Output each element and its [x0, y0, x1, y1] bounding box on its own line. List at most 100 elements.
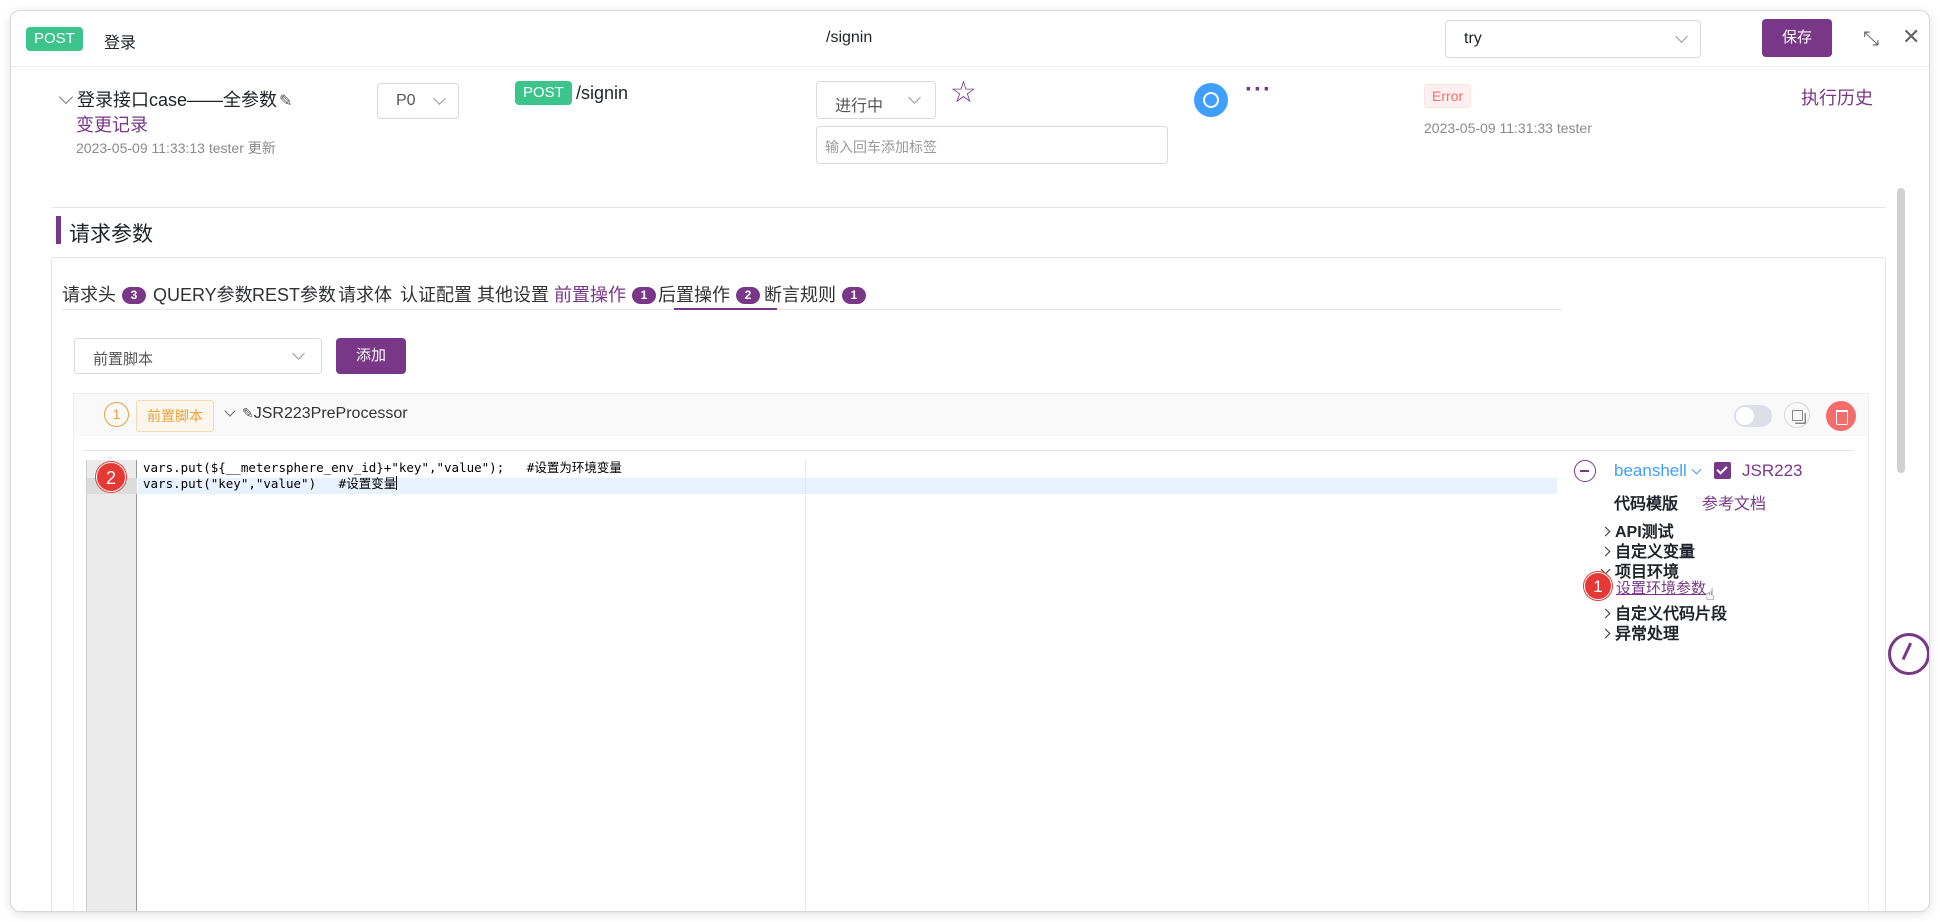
chevron-right-icon [1600, 526, 1611, 537]
environment-select[interactable]: try [1445, 20, 1701, 58]
tab-count-badge: 1 [632, 287, 656, 304]
tree-leaf-set-env-params[interactable]: 设置环境参数 [1616, 577, 1706, 598]
result-meta: 2023-05-09 11:31:33 tester [1424, 120, 1592, 136]
case-title-text: 登录接口case——全参数 [77, 90, 278, 110]
compass-icon[interactable] [1888, 633, 1929, 675]
shrink-icon[interactable]: ⤡ [1863, 29, 1879, 49]
code-template-label: 代码模版 [1614, 496, 1679, 513]
annotation-marker: 2 [96, 462, 126, 492]
star-icon[interactable]: ☆ [950, 78, 977, 108]
delete-icon[interactable] [1826, 401, 1856, 431]
method-badge: POST [26, 27, 83, 51]
save-button[interactable]: 保存 [1762, 19, 1832, 57]
close-icon[interactable]: ✕ [1902, 26, 1920, 48]
script-side-panel: beanshell JSR223 代码模版 参考文档 API测试 自定义变量 项… [1574, 450, 1864, 750]
tab-headers[interactable]: 请求头 3 [62, 281, 146, 307]
chevron-down-icon[interactable] [224, 405, 236, 417]
add-button[interactable]: 添加 [336, 338, 406, 374]
section-title: 请求参数 [69, 223, 153, 246]
run-icon[interactable] [1194, 83, 1228, 117]
tab-pre-ops[interactable]: 前置操作 1 [554, 281, 656, 307]
jsr223-label: JSR223 [1742, 461, 1803, 480]
tab-rest[interactable]: REST参数 [252, 281, 336, 307]
chevron-right-icon [1600, 608, 1611, 619]
chevron-down-icon[interactable] [58, 89, 74, 105]
processor-name-text: JSR223PreProcessor [253, 405, 408, 422]
section-accent-bar [56, 216, 61, 244]
reference-doc-link[interactable]: 参考文档 [1702, 490, 1766, 514]
enable-toggle[interactable] [1734, 405, 1772, 427]
tab-label: 后置操作 [658, 285, 730, 305]
collapse-icon[interactable] [1574, 460, 1596, 482]
hand-pointer-icon: ☝ [1705, 587, 1715, 604]
request-params-panel: 请求头 3 QUERY参数 REST参数 请求体 认证配置 其他设置 前置操作 1 … [51, 257, 1886, 911]
text-cursor [396, 476, 398, 490]
status-select[interactable]: 进行中 [816, 81, 936, 119]
api-case-dialog: POST 登录 /signin try 保存 ⤡ ✕ 登录接口case——全参数… [10, 10, 1930, 912]
tab-post-ops[interactable]: 后置操作 2 [658, 281, 760, 307]
processor-type-tag: 前置脚本 [136, 400, 214, 432]
update-meta: 2023-05-09 11:33:13 tester 更新 [76, 140, 276, 156]
edit-icon[interactable]: ✎ [279, 93, 292, 110]
pre-op-type-value: 前置脚本 [93, 351, 154, 368]
tab-count-badge: 3 [122, 287, 146, 304]
execution-history-link[interactable]: 执行历史 [1801, 84, 1873, 110]
divider [51, 207, 1886, 208]
change-log-link[interactable]: 变更记录 [76, 111, 148, 137]
chevron-down-icon [292, 347, 305, 360]
chevron-down-icon [1675, 30, 1688, 43]
case-title[interactable]: 登录接口case——全参数 ✎ [58, 86, 292, 112]
method-badge: POST [515, 81, 572, 105]
editor-gutter [87, 460, 137, 911]
processor-index: 1 [104, 402, 129, 427]
copy-icon[interactable] [1784, 402, 1810, 428]
dialog-content: 登录接口case——全参数 ✎ 变更记录 2023-05-09 11:33:13 … [11, 68, 1929, 911]
environment-value: try [1464, 30, 1482, 47]
language-select[interactable]: beanshell [1614, 461, 1702, 481]
code-line[interactable]: vars.put("key","value") #设置变量 [143, 476, 398, 492]
priority-select[interactable]: P0 [377, 83, 459, 119]
tree-item-label: 异常处理 [1615, 626, 1680, 643]
language-value: beanshell [1614, 461, 1687, 480]
jsr223-checkbox[interactable] [1714, 462, 1731, 479]
code-line-text: vars.put("key","value") #设置变量 [143, 476, 397, 491]
chevron-down-icon [433, 92, 446, 105]
tab-label: 前置操作 [554, 285, 626, 305]
code-editor[interactable]: vars.put(${__metersphere_env_id}+"key","… [86, 460, 1557, 911]
priority-value: P0 [396, 92, 416, 109]
vertical-scrollbar[interactable] [1897, 188, 1905, 473]
edit-icon[interactable]: ✎ [242, 405, 254, 421]
api-name: 登录 [104, 35, 137, 52]
param-tabs: 请求头 3 QUERY参数 REST参数 请求体 认证配置 其他设置 前置操作 1 … [62, 258, 1562, 310]
dialog-header: POST 登录 /signin try 保存 ⤡ ✕ [11, 11, 1929, 67]
tab-label: 请求头 [62, 285, 116, 305]
tab-assertions[interactable]: 断言规则 1 [764, 281, 866, 307]
processor-header: 1 前置脚本 ✎JSR223PreProcessor [74, 394, 1868, 436]
tab-other-settings[interactable]: 其他设置 [477, 281, 549, 307]
code-line[interactable]: vars.put(${__metersphere_env_id}+"key","… [143, 460, 622, 476]
case-path: /signin [576, 83, 629, 103]
chevron-right-icon [1600, 546, 1611, 557]
tab-count-badge: 2 [736, 287, 760, 304]
status-value: 进行中 [835, 98, 884, 115]
processor-card: 1 前置脚本 ✎JSR223PreProcessor vars.put(${__… [74, 394, 1868, 911]
tab-count-badge: 1 [842, 287, 866, 304]
case-method: POST [515, 81, 572, 105]
tree-item-exception[interactable]: 异常处理 [1600, 620, 1680, 644]
tab-body[interactable]: 请求体 [338, 281, 392, 307]
chevron-down-icon [908, 91, 921, 104]
chevron-right-icon [1600, 628, 1611, 639]
tag-input[interactable]: 输入回车添加标签 [816, 126, 1168, 164]
tab-auth[interactable]: 认证配置 [400, 281, 472, 307]
annotation-marker: 1 [1584, 572, 1612, 600]
tab-label: 断言规则 [764, 285, 836, 305]
result-badge[interactable]: Error [1424, 84, 1472, 108]
print-margin [805, 460, 806, 911]
pre-op-type-select[interactable]: 前置脚本 [74, 338, 322, 374]
tab-query[interactable]: QUERY参数 [153, 281, 253, 307]
chevron-down-icon [1691, 464, 1702, 475]
api-path: /signin [826, 29, 873, 46]
active-tab-indicator [674, 308, 777, 310]
more-icon[interactable]: ··· [1245, 76, 1272, 104]
processor-name[interactable]: ✎JSR223PreProcessor [224, 405, 408, 423]
